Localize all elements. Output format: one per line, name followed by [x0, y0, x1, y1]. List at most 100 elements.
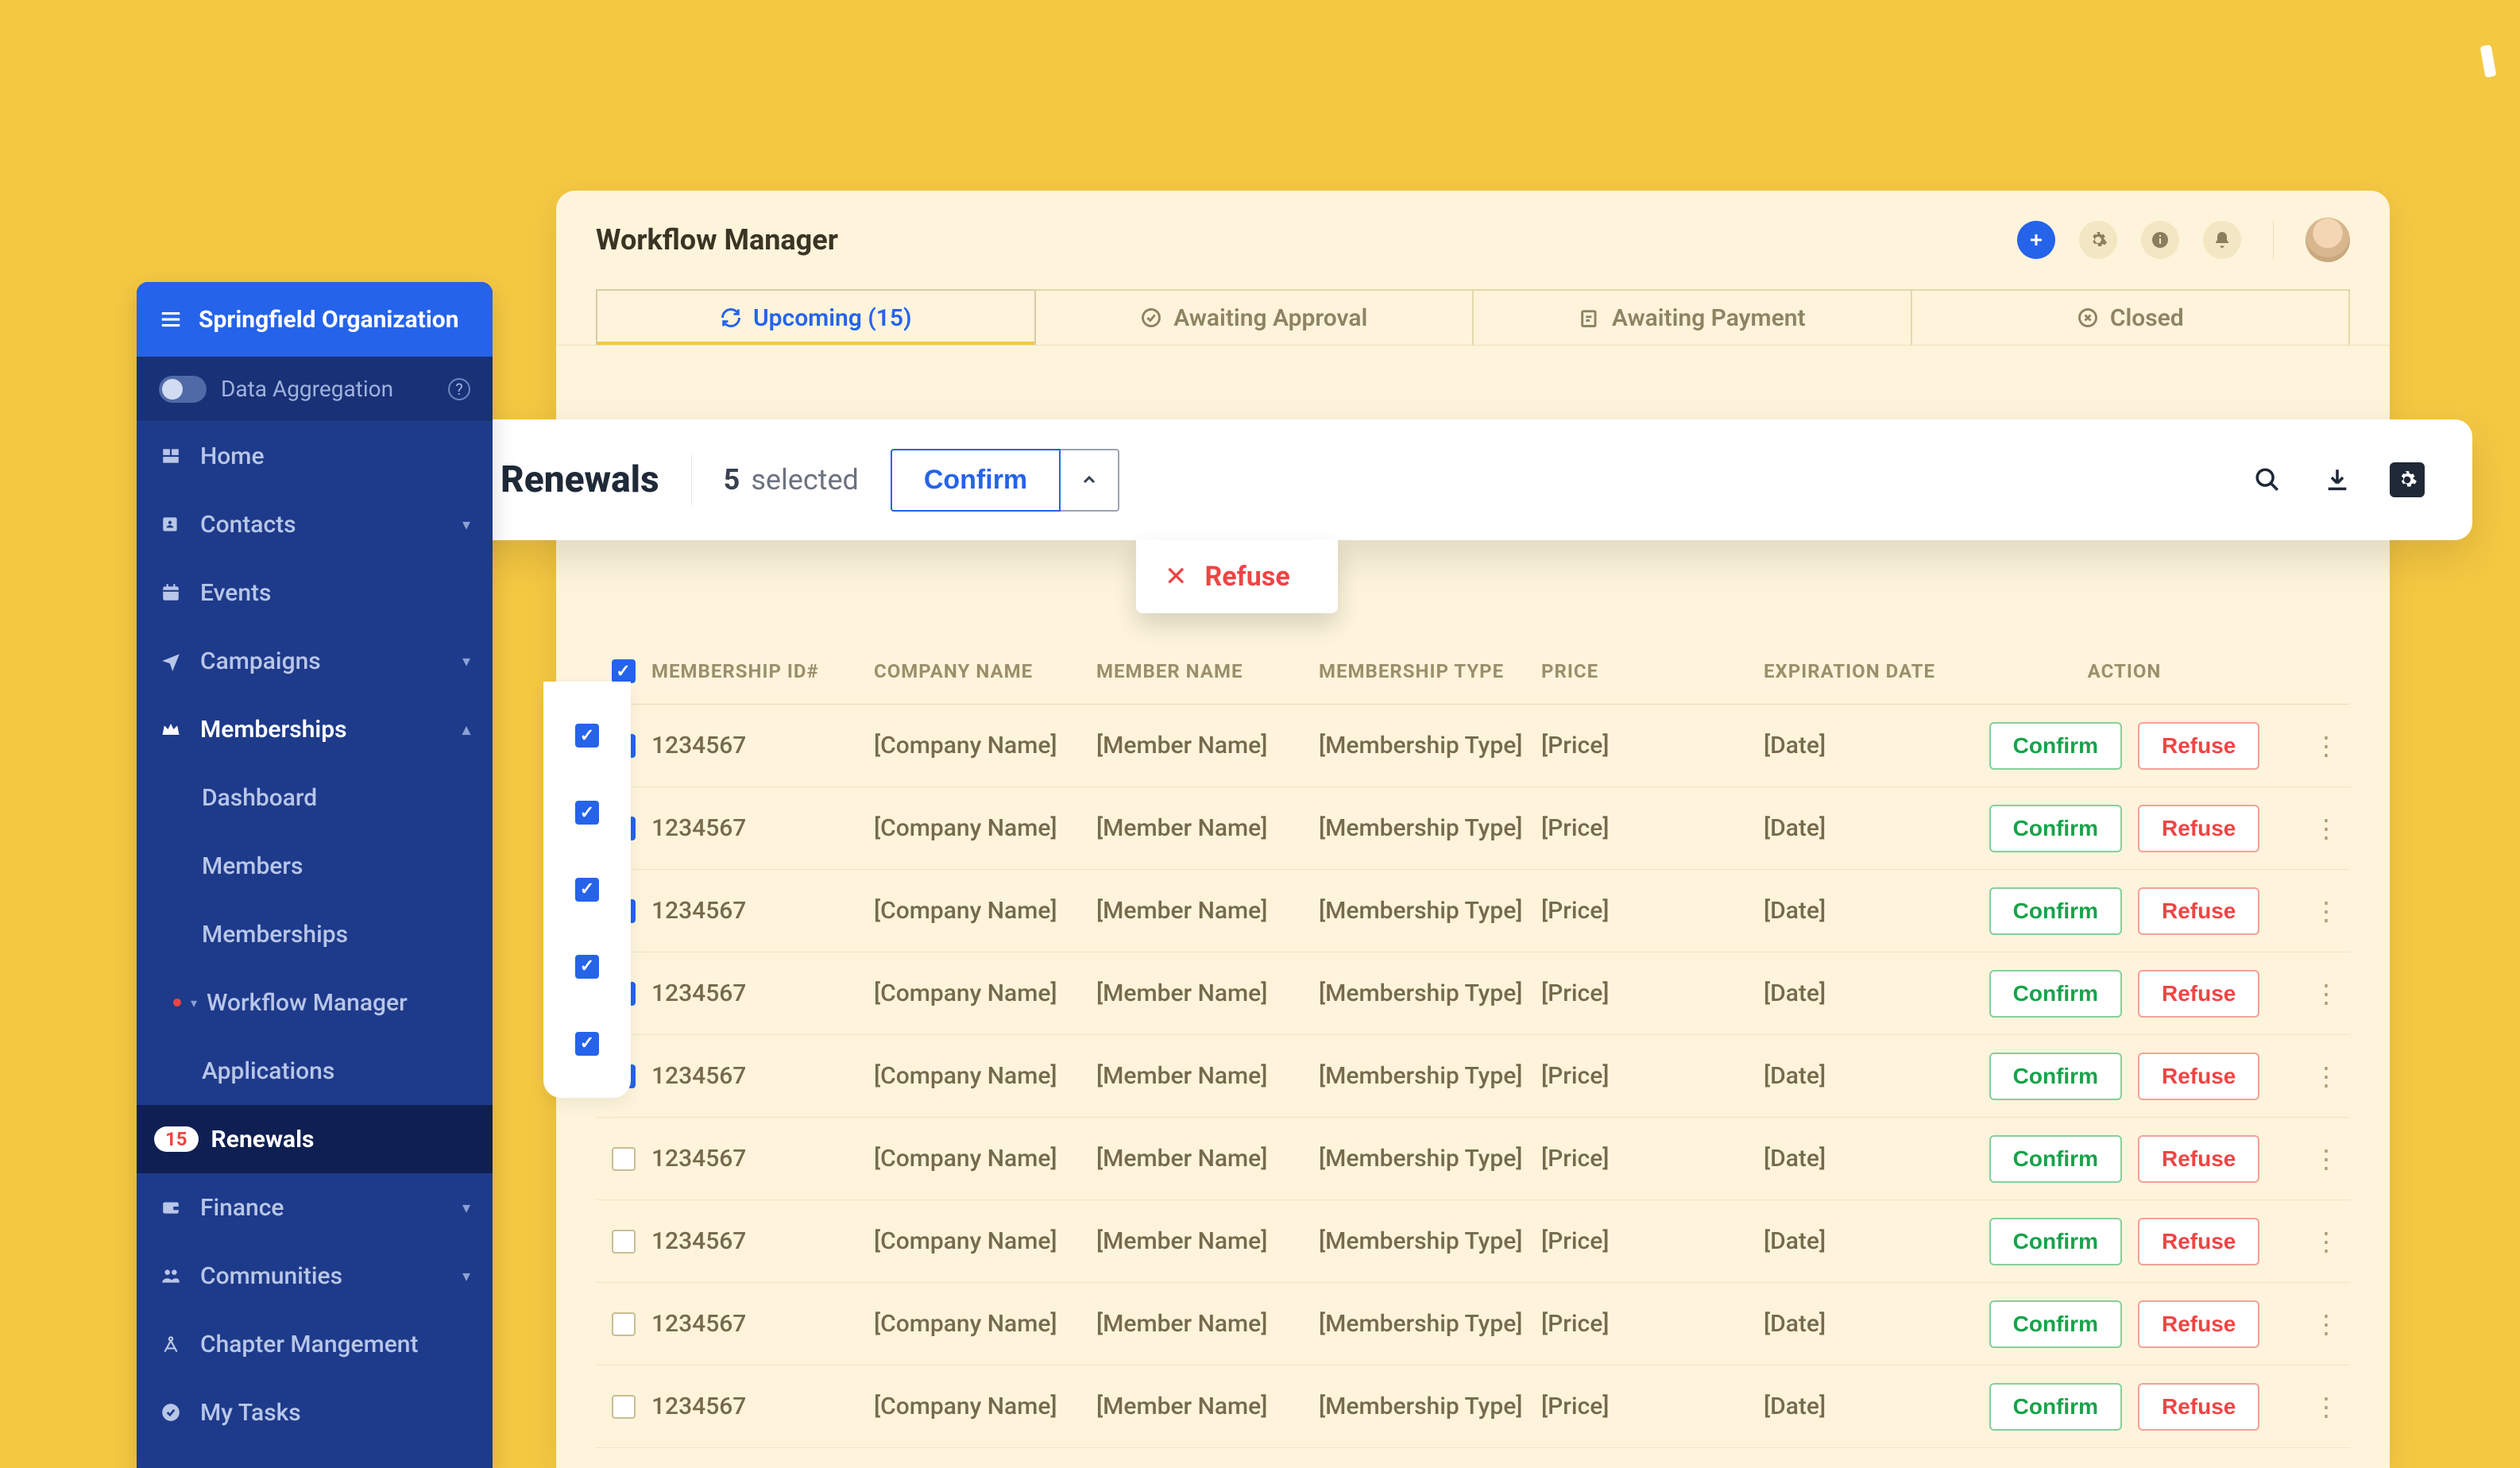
- chevron-down-icon: ▾: [462, 1266, 470, 1285]
- row-confirm-button[interactable]: Confirm: [1989, 887, 2122, 935]
- row-refuse-button[interactable]: Refuse: [2138, 1053, 2259, 1100]
- wallet-icon: [159, 1196, 183, 1219]
- row-menu-button[interactable]: ⋮: [2302, 1061, 2350, 1091]
- cell-id: 1234567: [651, 1227, 874, 1255]
- cell-member: [Member Name]: [1096, 897, 1319, 925]
- info-button[interactable]: [2141, 221, 2179, 259]
- row-checkbox[interactable]: [575, 955, 599, 979]
- nav-campaigns[interactable]: Campaigns ▾: [137, 627, 493, 695]
- help-icon[interactable]: ?: [448, 378, 470, 400]
- nav-applications[interactable]: Applications: [137, 1037, 493, 1105]
- row-menu-button[interactable]: ⋮: [2302, 1144, 2350, 1174]
- nav-communities[interactable]: Communities ▾: [137, 1242, 493, 1310]
- row-confirm-button[interactable]: Confirm: [1989, 1053, 2122, 1100]
- row-refuse-button[interactable]: Refuse: [2138, 887, 2259, 935]
- tab-label: Closed: [2110, 304, 2184, 332]
- bulk-refuse-option[interactable]: ✕ Refuse: [1136, 540, 1338, 613]
- nav-finance[interactable]: Finance ▾: [137, 1173, 493, 1242]
- row-confirm-button[interactable]: Confirm: [1989, 1218, 2122, 1265]
- calendar-icon: [159, 581, 183, 605]
- row-confirm-button[interactable]: Confirm: [1989, 1383, 2122, 1431]
- tab-upcoming[interactable]: Upcoming (15): [596, 289, 1036, 345]
- nav-label: Members: [202, 852, 303, 880]
- nav-label: Finance: [200, 1194, 284, 1222]
- org-switcher[interactable]: Springfield Organization: [137, 282, 493, 357]
- header-toolbar: [2017, 218, 2350, 262]
- nav-label: Applications: [202, 1057, 334, 1085]
- notifications-button[interactable]: [2203, 221, 2241, 259]
- row-checkbox[interactable]: [612, 1230, 636, 1254]
- row-checkbox[interactable]: [612, 1312, 636, 1336]
- row-menu-button[interactable]: ⋮: [2302, 1309, 2350, 1339]
- row-refuse-button[interactable]: Refuse: [2138, 805, 2259, 852]
- nav-renewals[interactable]: 15 Renewals: [137, 1105, 493, 1173]
- row-refuse-button[interactable]: Refuse: [2138, 1300, 2259, 1348]
- nav-my-tasks[interactable]: My Tasks: [137, 1378, 493, 1447]
- tab-closed[interactable]: Closed: [1912, 289, 2351, 345]
- nav-members[interactable]: Members: [137, 832, 493, 900]
- row-refuse-button[interactable]: Refuse: [2138, 1383, 2259, 1431]
- row-confirm-button[interactable]: Confirm: [1989, 1135, 2122, 1183]
- cell-exp: [Date]: [1764, 1062, 1946, 1090]
- settings-button[interactable]: [2079, 221, 2117, 259]
- selected-label: selected: [751, 463, 859, 496]
- bulk-title: Renewals: [501, 458, 659, 501]
- nav-events[interactable]: Events: [137, 558, 493, 627]
- nav-home[interactable]: Home: [137, 422, 493, 490]
- chevron-up-icon: [1080, 470, 1099, 489]
- cell-id: 1234567: [651, 1310, 874, 1338]
- row-refuse-button[interactable]: Refuse: [2138, 970, 2259, 1018]
- row-confirm-button[interactable]: Confirm: [1989, 970, 2122, 1018]
- row-checkbox[interactable]: [575, 724, 599, 748]
- row-checkbox[interactable]: [575, 801, 599, 825]
- cell-price: [Price]: [1541, 1227, 1764, 1255]
- bulk-action-dropdown-toggle[interactable]: [1061, 449, 1119, 512]
- row-menu-button[interactable]: ⋮: [2302, 731, 2350, 761]
- tab-label: Upcoming (15): [753, 304, 912, 332]
- cell-id: 1234567: [651, 1062, 874, 1090]
- download-button[interactable]: [2320, 462, 2355, 497]
- row-checkbox[interactable]: [612, 1395, 636, 1419]
- row-refuse-button[interactable]: Refuse: [2138, 722, 2259, 770]
- divider: [691, 454, 692, 505]
- info-icon: [2151, 230, 2170, 249]
- nav-dashboard[interactable]: Dashboard: [137, 763, 493, 832]
- row-refuse-button[interactable]: Refuse: [2138, 1218, 2259, 1265]
- close-icon: ✕: [1165, 561, 1188, 593]
- row-checkbox[interactable]: [612, 1147, 636, 1171]
- cell-exp: [Date]: [1764, 732, 1946, 759]
- row-menu-button[interactable]: ⋮: [2302, 896, 2350, 926]
- org-name: Springfield Organization: [199, 306, 459, 334]
- tab-awaiting-approval[interactable]: Awaiting Approval: [1036, 289, 1475, 345]
- row-confirm-button[interactable]: Confirm: [1989, 805, 2122, 852]
- search-button[interactable]: [2250, 462, 2285, 497]
- row-refuse-button[interactable]: Refuse: [2138, 1135, 2259, 1183]
- nav-contacts[interactable]: Contacts ▾: [137, 490, 493, 558]
- add-button[interactable]: [2017, 221, 2055, 259]
- data-aggregation-toggle[interactable]: [159, 376, 207, 403]
- row-menu-button[interactable]: ⋮: [2302, 813, 2350, 844]
- cell-type: [Membership Type]: [1319, 1145, 1541, 1172]
- tab-awaiting-payment[interactable]: Awaiting Payment: [1474, 289, 1912, 345]
- nav-workflow-manager[interactable]: ▾ Workflow Manager: [137, 968, 493, 1037]
- row-menu-button[interactable]: ⋮: [2302, 979, 2350, 1009]
- table-settings-button[interactable]: [2390, 462, 2425, 497]
- chevron-down-icon: ▾: [462, 515, 470, 534]
- nav-memberships-sub[interactable]: Memberships: [137, 900, 493, 968]
- avatar[interactable]: [2305, 218, 2350, 262]
- row-confirm-button[interactable]: Confirm: [1989, 1300, 2122, 1348]
- nav-memberships[interactable]: Memberships ▴: [137, 695, 493, 763]
- row-menu-button[interactable]: ⋮: [2302, 1392, 2350, 1422]
- chevron-down-icon: ▾: [462, 1198, 470, 1217]
- nav-chapter-management[interactable]: Chapter Mangement: [137, 1310, 493, 1378]
- bulk-confirm-button[interactable]: Confirm: [891, 449, 1061, 512]
- row-confirm-button[interactable]: Confirm: [1989, 722, 2122, 770]
- row-menu-button[interactable]: ⋮: [2302, 1227, 2350, 1257]
- app-window: Workflow Manager Upcoming (15) Await: [556, 191, 2390, 1468]
- select-all-checkbox[interactable]: [612, 659, 636, 683]
- cell-company: [Company Name]: [874, 1227, 1096, 1255]
- row-checkbox[interactable]: [575, 1032, 599, 1056]
- cell-member: [Member Name]: [1096, 732, 1319, 759]
- row-checkbox[interactable]: [575, 878, 599, 902]
- cell-id: 1234567: [651, 1145, 874, 1172]
